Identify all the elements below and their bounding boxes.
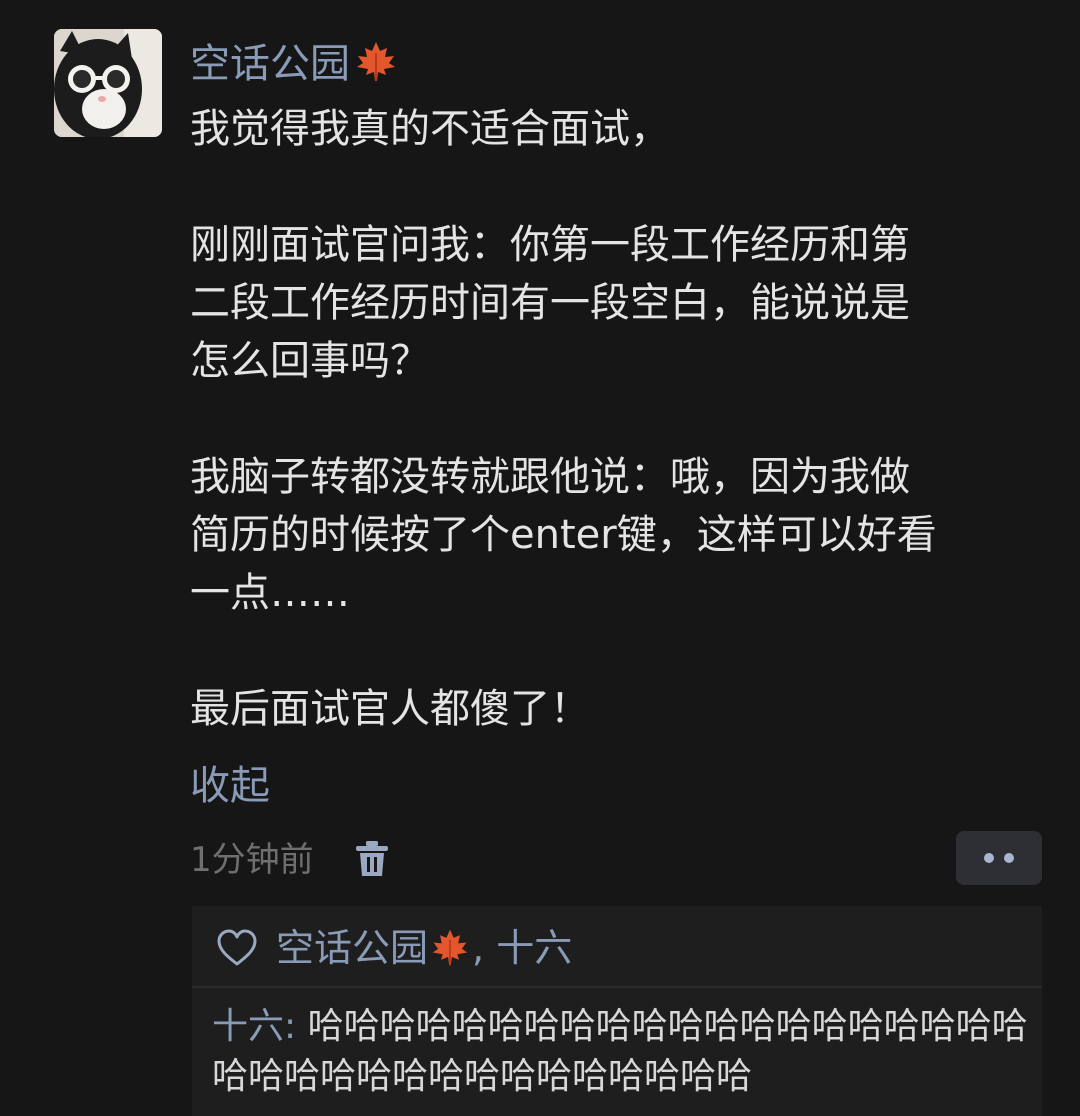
comment-separator: : <box>284 1006 308 1047</box>
comment-divider <box>192 986 1042 988</box>
user-avatar[interactable] <box>54 29 162 137</box>
post-paragraph: 我脑子转都没转就跟他说：哦，因为我做 简历的时候按了个enter键，这样可以好看… <box>190 454 937 616</box>
heart-icon[interactable] <box>216 928 258 980</box>
post-body: 我觉得我真的不适合面试， 刚刚面试官问我：你第一段工作经历和第 二段工作经历时间… <box>190 100 1050 738</box>
trash-icon[interactable] <box>355 840 389 878</box>
liker-name[interactable]: 十六 <box>496 926 572 970</box>
post-author-label: 空话公园 <box>190 41 350 87</box>
maple-leaf-icon <box>354 39 398 96</box>
comment-item[interactable]: 十六: 哈哈哈哈哈哈哈哈哈哈哈哈哈哈哈哈哈哈哈哈哈哈哈哈哈哈哈哈哈哈哈哈哈哈哈 <box>212 1002 1038 1102</box>
post-paragraph: 最后面试官人都傻了！ <box>190 686 590 732</box>
comment-author[interactable]: 十六 <box>212 1006 284 1047</box>
post-paragraph: 我觉得我真的不适合面试， <box>190 106 670 152</box>
post-paragraph: 刚刚面试官问我：你第一段工作经历和第 二段工作经历时间有一段空白，能说说是 怎么… <box>190 222 910 384</box>
liker-name[interactable]: 空话公园 <box>276 926 428 970</box>
comment-section: 空话公园 , 十六 十六: 哈哈哈哈哈哈哈哈哈哈哈哈哈哈哈哈哈哈哈哈哈哈哈哈哈哈… <box>192 906 1042 1116</box>
maple-leaf-icon <box>430 927 470 980</box>
post-author-name[interactable]: 空话公园 <box>190 38 398 90</box>
comment-text: 哈哈哈哈哈哈哈哈哈哈哈哈哈哈哈哈哈哈哈哈哈哈哈哈哈哈哈哈哈哈哈哈哈哈哈 <box>212 1006 1028 1097</box>
post-timestamp: 1分钟前 <box>190 840 314 880</box>
more-options-button[interactable] <box>956 831 1042 885</box>
likes-row: 空话公园 , 十六 <box>216 922 572 974</box>
dots-icon <box>984 853 1014 863</box>
collapse-link[interactable]: 收起 <box>190 760 270 812</box>
cat-with-sunglasses-image <box>54 29 162 137</box>
likes-separator: , <box>472 926 485 970</box>
